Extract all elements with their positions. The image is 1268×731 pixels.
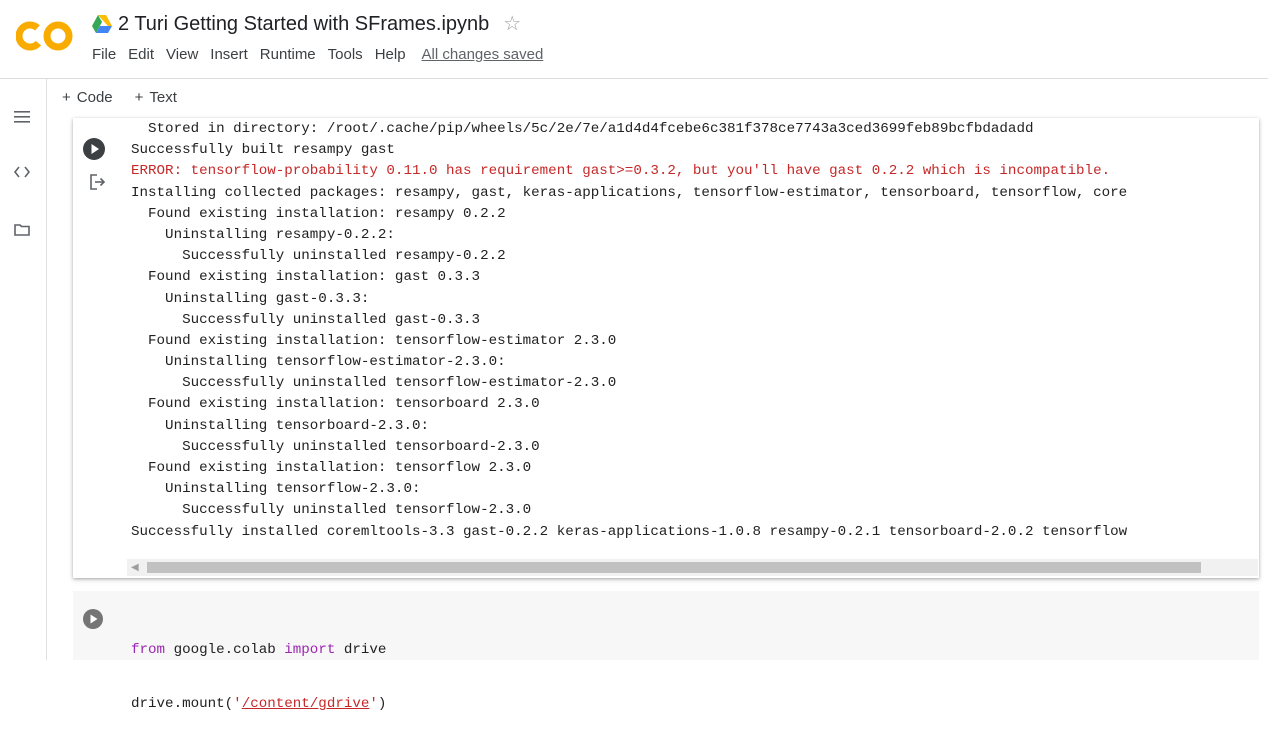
- menu-view[interactable]: View: [162, 46, 202, 63]
- plus-icon: +: [134, 89, 144, 106]
- scrollbar-thumb[interactable]: [147, 562, 1201, 573]
- output-line: Stored in directory: /root/.cache/pip/wh…: [131, 121, 1034, 137]
- scroll-left-icon[interactable]: ◀: [131, 562, 139, 573]
- code-string-quote: ': [233, 696, 242, 712]
- output-line: Found existing installation: resampy 0.2…: [131, 205, 506, 222]
- folder-icon[interactable]: [11, 218, 33, 240]
- star-icon[interactable]: ☆: [503, 14, 521, 34]
- save-status-link[interactable]: All changes saved: [422, 46, 544, 63]
- notebook-title[interactable]: 2 Turi Getting Started with SFrames.ipyn…: [118, 13, 489, 36]
- code-editor[interactable]: from google.colab import drive drive.mou…: [131, 607, 386, 731]
- menu-insert[interactable]: Insert: [206, 46, 252, 63]
- code-text: google.colab: [165, 642, 285, 658]
- output-line: Successfully uninstalled gast-0.3.3: [131, 311, 481, 328]
- output-line: Uninstalling tensorboard-2.3.0:: [131, 417, 429, 434]
- output-line: Uninstalling gast-0.3.3:: [131, 290, 370, 307]
- output-line: Successfully uninstalled tensorboard-2.3…: [131, 438, 540, 455]
- output-line: Uninstalling tensorflow-2.3.0:: [131, 481, 421, 498]
- output-line: Uninstalling resampy-0.2.2:: [131, 226, 395, 243]
- code-string-quote: ': [369, 696, 378, 712]
- add-code-button[interactable]: + Code: [62, 89, 113, 106]
- add-text-button[interactable]: + Text: [135, 89, 177, 106]
- menu-help[interactable]: Help: [371, 46, 410, 63]
- menu-tools[interactable]: Tools: [324, 46, 367, 63]
- header-divider: [0, 78, 1268, 79]
- cell-toolbar: + Code + Text: [62, 89, 199, 106]
- horizontal-scrollbar[interactable]: ◀: [127, 559, 1258, 576]
- output-line: Found existing installation: tensorflow-…: [131, 332, 617, 349]
- menu-runtime[interactable]: Runtime: [256, 46, 320, 63]
- add-code-label: Code: [76, 89, 113, 106]
- add-text-label: Text: [149, 89, 177, 106]
- app-header: 2 Turi Getting Started with SFrames.ipyn…: [0, 0, 1268, 78]
- output-line: Successfully built resampy gast: [131, 142, 395, 159]
- menu-bar: File Edit View Insert Runtime Tools Help…: [88, 46, 543, 63]
- output-line: Installing collected packages: resampy, …: [131, 184, 1128, 201]
- output-line: Successfully uninstalled tensorflow-esti…: [131, 375, 617, 392]
- output-line: Successfully installed coremltools-3.3 g…: [131, 523, 1128, 540]
- output-error-line: ERROR: tensorflow-probability 0.11.0 has…: [131, 163, 1111, 180]
- output-line: Found existing installation: tensorflow …: [131, 460, 532, 476]
- code-string-path: /content/gdrive: [241, 696, 370, 712]
- title-row: 2 Turi Getting Started with SFrames.ipyn…: [92, 10, 521, 38]
- left-sidebar: [0, 79, 47, 660]
- menu-edit[interactable]: Edit: [124, 46, 158, 63]
- output-line: Successfully uninstalled resampy-0.2.2: [131, 248, 506, 265]
- code-line: drive.mount('/content/gdrive'): [131, 693, 386, 715]
- menu-file[interactable]: File: [88, 46, 120, 63]
- code-text: drive.mount(: [131, 696, 234, 712]
- code-snippets-icon[interactable]: [11, 161, 33, 183]
- colab-logo[interactable]: [16, 18, 76, 54]
- output-line: Found existing installation: tensorboard…: [131, 396, 540, 413]
- run-cell-icon[interactable]: [82, 137, 106, 161]
- cell-output: Stored in directory: /root/.cache/pip/wh…: [131, 119, 1261, 559]
- code-keyword: from: [131, 642, 166, 658]
- clear-output-icon[interactable]: [88, 173, 106, 191]
- output-line: Successfully uninstalled tensorflow-2.3.…: [131, 502, 532, 519]
- run-cell-icon[interactable]: [82, 608, 104, 630]
- code-keyword: import: [284, 642, 336, 658]
- code-text: drive: [335, 642, 387, 658]
- code-text: ): [377, 696, 387, 712]
- output-line: Uninstalling tensorflow-estimator-2.3.0:: [131, 354, 506, 371]
- toc-icon[interactable]: [11, 106, 33, 128]
- output-line: Found existing installation: gast 0.3.3: [131, 269, 481, 286]
- code-line: from google.colab import drive: [131, 639, 386, 661]
- google-drive-icon[interactable]: [92, 15, 112, 33]
- plus-icon: +: [62, 89, 71, 106]
